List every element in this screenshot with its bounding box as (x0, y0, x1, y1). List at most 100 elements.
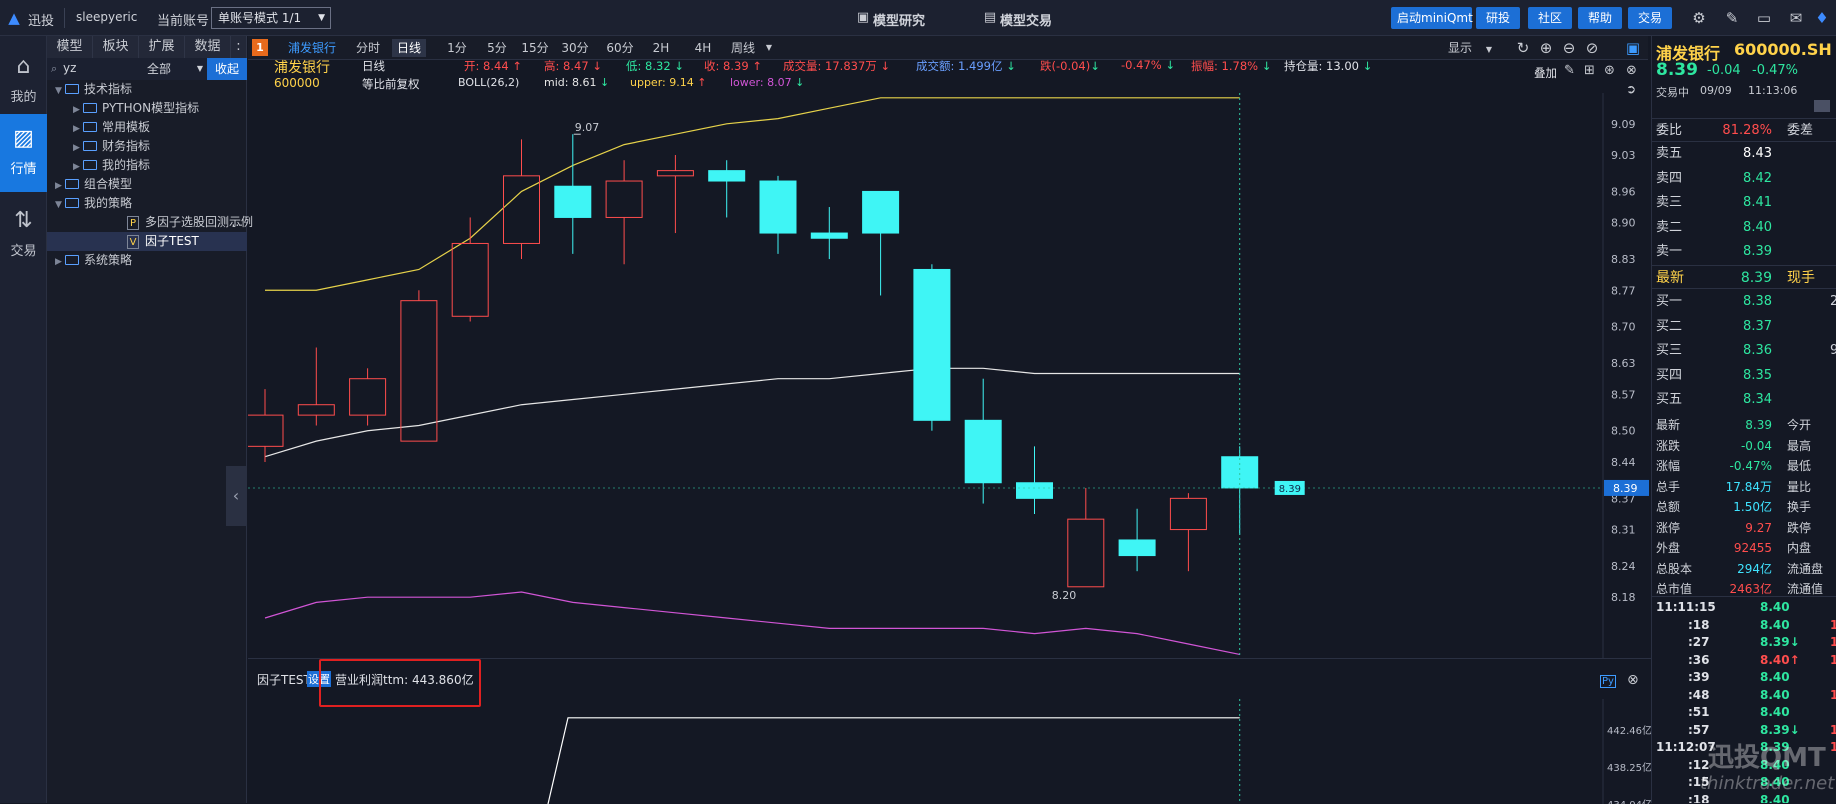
edit-icon[interactable]: ✎ (1722, 8, 1742, 28)
tree-item[interactable]: V 因子TEST (47, 232, 247, 251)
open-value: 开: 8.44 ↑ (464, 59, 522, 73)
window-icon[interactable]: ▭ (1754, 8, 1774, 28)
period-tab[interactable]: 日线 (392, 39, 426, 57)
tick-time: :12 (1688, 757, 1710, 772)
reset-icon[interactable]: ⊘ (1582, 38, 1602, 58)
tab-sector[interactable]: 板块 (93, 36, 139, 58)
nav-my[interactable]: ⌂ 我的 (0, 42, 47, 120)
folder-icon (83, 122, 97, 132)
collapse-panel-handle[interactable]: ‹ (226, 466, 246, 526)
tree-item[interactable]: ▶ PYTHON模型指标 (47, 99, 247, 118)
tree-item[interactable]: ▶ 常用模板 (47, 118, 247, 137)
y-tick-label: 8.90 (1611, 217, 1636, 230)
low-label: 8.20 (1052, 589, 1077, 602)
tree-item[interactable]: ▶ 财务指标 (47, 137, 247, 156)
trade-button[interactable]: 交易 (1628, 7, 1672, 29)
stat-value: 9.27 (1745, 520, 1772, 535)
tab-data[interactable]: 数据 (185, 36, 231, 58)
tree-item-label: 技术指标 (84, 82, 133, 96)
period-tab[interactable]: 分时 (350, 39, 386, 57)
overlay-button[interactable]: 叠加 (1534, 65, 1557, 81)
stat-label: 涨幅 (1656, 459, 1681, 473)
tab-extend[interactable]: 扩展 (139, 36, 185, 58)
current-hand-label: 现手 (1787, 270, 1815, 286)
tick-row: 11:11:15 8.40 (1652, 599, 1836, 616)
amplitude-text: 振幅: 1.78% (1191, 59, 1259, 73)
refresh-icon[interactable]: ↻ (1513, 38, 1533, 58)
rp-pct: -0.47% (1752, 63, 1798, 78)
folder-icon (65, 84, 79, 94)
y-tick-label: 8.96 (1611, 185, 1636, 198)
oi-value: 持仓量: 13.00 ↓ (1284, 59, 1373, 73)
settings-icon[interactable]: ⚙ (1689, 8, 1709, 28)
pencil-icon[interactable]: ✎ (1564, 63, 1575, 78)
amplitude-value: 振幅: 1.78% ↓ (1191, 59, 1272, 73)
tree-item[interactable]: P 多因子选股回测示例... (47, 213, 253, 232)
bid-extra: 2 (1830, 290, 1836, 314)
amount-text: 成交额: 1.499亿 (916, 59, 1003, 73)
grid-icon[interactable]: ⊞ (1584, 63, 1595, 78)
tab-more[interactable]: : (231, 36, 247, 58)
stock-name: 浦发银行 (274, 60, 330, 76)
layout-icon[interactable]: ▣ (1623, 38, 1643, 58)
nav-model-research[interactable]: 模型研究 (873, 10, 925, 29)
close-icon[interactable]: ⊗ (1626, 63, 1637, 78)
nav-model-trade[interactable]: 模型交易 (1000, 10, 1052, 29)
close-icon[interactable]: ⊗ (1627, 672, 1639, 688)
tick-row: :51 8.40 (1652, 704, 1836, 721)
period-tab[interactable]: 5分 (480, 39, 514, 57)
period-tab[interactable]: 周线 (726, 39, 760, 57)
tree-item[interactable]: ▼ 技术指标 (47, 80, 247, 99)
period-tab[interactable]: 15分 (518, 39, 552, 57)
change-value: 跌(-0.04)↓ (1040, 59, 1100, 73)
y-tick-label: 8.31 (1611, 524, 1636, 537)
tree-item-label: 常用模板 (102, 120, 151, 134)
period-tab[interactable]: 4H (686, 39, 720, 57)
candle-body (297, 404, 335, 416)
research-button[interactable]: 研投 (1476, 7, 1520, 29)
tab-stock[interactable]: 浦发银行 (282, 39, 342, 57)
message-icon[interactable]: ✉ (1786, 8, 1806, 28)
shirt-icon[interactable]: ♦ (1812, 8, 1832, 28)
tick-volume: 1 (1830, 739, 1836, 756)
nav-trade-label: 交易 (10, 244, 37, 259)
watermark-logo: 迅投QMT (1708, 743, 1826, 773)
period-tab[interactable]: 2H (644, 39, 678, 57)
period-tab[interactable]: 30分 (558, 39, 592, 57)
account-mode-select[interactable]: 单账号模式 1/1 ▼ (211, 7, 331, 29)
more-icon[interactable]: ... (232, 213, 243, 232)
ask-row: 卖五 8.43 (1652, 142, 1836, 166)
kline-chart[interactable]: 9.09 9.03 8.96 8.90 8.83 8.77 8.70 8.63 8.57 8.50… (248, 93, 1651, 658)
bid-row: 买一 8.38 2 (1652, 290, 1836, 314)
tab-model[interactable]: 模型 (47, 36, 93, 58)
python-icon[interactable]: Py (1600, 675, 1616, 688)
start-miniqmt-button[interactable]: 启动miniQmt (1391, 7, 1473, 29)
strategy-type-icon: V (127, 235, 139, 249)
nav-trade[interactable]: ⇅ 交易 (0, 196, 47, 274)
tree-item[interactable]: ▼ 我的策略 (47, 194, 247, 213)
collapse-arrow-icon[interactable]: ▶ (55, 253, 65, 272)
filter-select[interactable]: 全部 ▼ (147, 60, 205, 78)
y-tick-label: 8.57 (1611, 388, 1636, 401)
boll-mid-line (264, 367, 1240, 458)
zoom-in-icon[interactable]: ⊕ (1536, 38, 1556, 58)
period-more-icon[interactable]: ▼ (762, 39, 776, 57)
help-button[interactable]: 帮助 (1578, 7, 1622, 29)
display-select[interactable]: 显示 ▼ (1448, 39, 1506, 57)
period-tab[interactable]: 60分 (603, 39, 637, 57)
collapse-button[interactable]: 收起 (207, 58, 247, 80)
nav-market[interactable]: ▨ 行情 (0, 114, 47, 192)
tree-item[interactable]: ▶ 组合模型 (47, 175, 247, 194)
chat-icon[interactable] (1814, 100, 1830, 112)
zoom-out-icon[interactable]: ⊖ (1559, 38, 1579, 58)
user-name[interactable]: sleepyeric (76, 10, 137, 24)
tree-item[interactable]: ▶ 系统策略 (47, 251, 247, 270)
community-button[interactable]: 社区 (1528, 7, 1572, 29)
period-tab[interactable]: 1分 (440, 39, 474, 57)
ask-value: 8.42 (1743, 170, 1772, 186)
y-tick-label: 8.83 (1611, 253, 1636, 266)
cloud-icon[interactable]: ⊛ (1604, 63, 1615, 78)
search-input[interactable]: yz (63, 61, 76, 75)
tree-item[interactable]: ▶ 我的指标 (47, 156, 247, 175)
candle-body (605, 180, 643, 218)
